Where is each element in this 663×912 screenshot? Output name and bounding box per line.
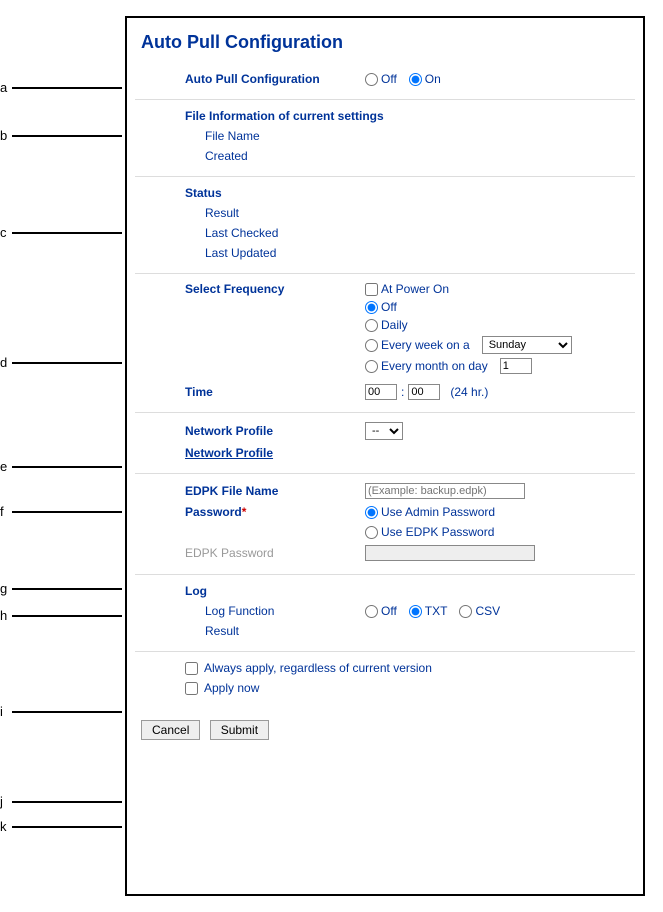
page-title: Auto Pull Configuration	[135, 28, 635, 63]
status-lastchecked-label: Last Checked	[185, 226, 278, 240]
callout-c: c	[0, 225, 122, 240]
log-off-option[interactable]: Off	[365, 604, 397, 618]
autopull-on-radio[interactable]	[409, 73, 422, 86]
network-label: Network Profile	[185, 424, 365, 438]
freq-poweron-checkbox[interactable]	[365, 283, 378, 296]
apply-now-row[interactable]: Apply now	[185, 678, 625, 698]
freq-poweron-option[interactable]: At Power On	[365, 282, 449, 296]
log-result-label: Result	[185, 624, 239, 638]
time-hour-input[interactable]	[365, 384, 397, 400]
freq-off-option[interactable]: Off	[365, 300, 397, 314]
log-function-label: Log Function	[185, 604, 365, 618]
password-edpk-radio[interactable]	[365, 526, 378, 539]
callout-h: h	[0, 608, 122, 623]
freq-daily-option[interactable]: Daily	[365, 318, 408, 332]
callout-f: f	[0, 504, 122, 519]
password-label: Password*	[185, 505, 365, 519]
network-profile-link[interactable]: Network Profile	[185, 446, 273, 460]
freq-off-radio[interactable]	[365, 301, 378, 314]
edpk-filename-label: EDPK File Name	[185, 484, 365, 498]
status-result-label: Result	[185, 206, 239, 220]
network-section: Network Profile -- Network Profile	[135, 413, 635, 474]
status-header: Status	[185, 186, 222, 200]
button-bar: Cancel Submit	[135, 708, 635, 740]
filename-label: File Name	[185, 129, 260, 143]
log-csv-option[interactable]: CSV	[459, 604, 500, 618]
edpk-password-input	[365, 545, 535, 561]
always-apply-checkbox[interactable]	[185, 662, 198, 675]
freq-weekly-radio[interactable]	[365, 339, 378, 352]
freq-weekly-option[interactable]: Every week on a	[365, 338, 470, 352]
always-apply-label: Always apply, regardless of current vers…	[204, 661, 432, 675]
callout-d: d	[0, 355, 122, 370]
log-header: Log	[185, 584, 207, 598]
fileinfo-section: File Information of current settings Fil…	[135, 100, 635, 177]
log-section: Log Log Function Off TXT CSV Result	[135, 575, 635, 652]
autopull-on-option[interactable]: On	[409, 72, 441, 86]
apply-section: Always apply, regardless of current vers…	[135, 652, 635, 708]
always-apply-row[interactable]: Always apply, regardless of current vers…	[185, 658, 625, 678]
status-section: Status Result Last Checked Last Updated	[135, 177, 635, 274]
freq-daily-radio[interactable]	[365, 319, 378, 332]
edpk-section: EDPK File Name Password* Use Admin Passw…	[135, 474, 635, 575]
log-off-radio[interactable]	[365, 605, 378, 618]
frequency-header: Select Frequency	[185, 282, 365, 296]
status-lastupdated-label: Last Updated	[185, 246, 276, 260]
time-hint: (24 hr.)	[450, 385, 488, 399]
freq-week-select[interactable]: Sunday	[482, 336, 572, 354]
callout-e: e	[0, 459, 122, 474]
autopull-off-radio[interactable]	[365, 73, 378, 86]
created-label: Created	[185, 149, 248, 163]
frequency-section: Select Frequency At Power On Off Daily E…	[135, 274, 635, 413]
password-admin-option[interactable]: Use Admin Password	[365, 505, 495, 519]
time-label: Time	[185, 385, 365, 399]
callout-column: a b c d e f gh i jk	[0, 0, 130, 912]
apply-now-label: Apply now	[204, 681, 259, 695]
time-minute-input[interactable]	[408, 384, 440, 400]
callout-a: a	[0, 80, 122, 95]
freq-monthly-radio[interactable]	[365, 360, 378, 373]
callout-g: g	[0, 581, 122, 596]
autopull-section: Auto Pull Configuration Off On	[135, 63, 635, 100]
callout-k: k	[0, 819, 122, 834]
edpk-password-label: EDPK Password	[185, 546, 365, 560]
freq-month-day-input[interactable]	[500, 358, 532, 374]
freq-monthly-option[interactable]: Every month on day	[365, 359, 488, 373]
password-admin-radio[interactable]	[365, 506, 378, 519]
callout-i: i	[0, 704, 122, 719]
callout-b: b	[0, 128, 122, 143]
log-csv-radio[interactable]	[459, 605, 472, 618]
edpk-filename-input[interactable]	[365, 483, 525, 499]
password-edpk-option[interactable]: Use EDPK Password	[365, 525, 494, 539]
callout-j: j	[0, 794, 122, 809]
autopull-off-option[interactable]: Off	[365, 72, 397, 86]
cancel-button[interactable]: Cancel	[141, 720, 200, 740]
autopull-label: Auto Pull Configuration	[185, 72, 365, 86]
main-panel: Auto Pull Configuration Auto Pull Config…	[125, 16, 645, 896]
network-profile-select[interactable]: --	[365, 422, 403, 440]
log-txt-option[interactable]: TXT	[409, 604, 448, 618]
apply-now-checkbox[interactable]	[185, 682, 198, 695]
fileinfo-header: File Information of current settings	[185, 109, 384, 123]
submit-button[interactable]: Submit	[210, 720, 269, 740]
log-txt-radio[interactable]	[409, 605, 422, 618]
